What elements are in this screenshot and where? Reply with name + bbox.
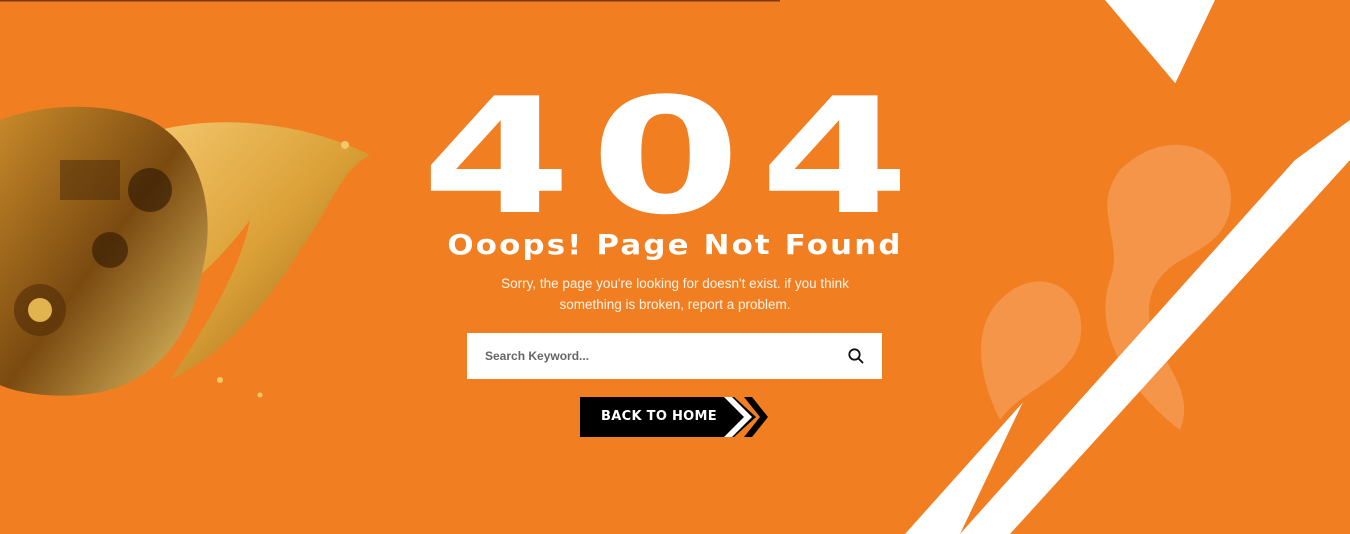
error-code: 404 — [421, 63, 929, 250]
error-description: Sorry, the page you're looking for doesn… — [501, 276, 849, 312]
error-title: Ooops! Page Not Found — [447, 228, 903, 261]
back-to-home-label: BACK TO HOME — [601, 409, 717, 424]
error-page: 404 Ooops! Page Not Found Sorry, the pag… — [0, 0, 1350, 534]
search-button[interactable] — [846, 346, 866, 366]
search-input[interactable] — [467, 333, 827, 379]
search-form — [467, 333, 882, 379]
engine-oil-splash-image — [0, 106, 370, 398]
scroll-top-button[interactable] — [1300, 529, 1328, 534]
back-to-home-button[interactable]: BACK TO HOME — [580, 397, 768, 437]
search-icon — [848, 348, 864, 364]
top-edge — [0, 0, 780, 2]
error-content: 404 Ooops! Page Not Found Sorry, the pag… — [420, 77, 930, 315]
